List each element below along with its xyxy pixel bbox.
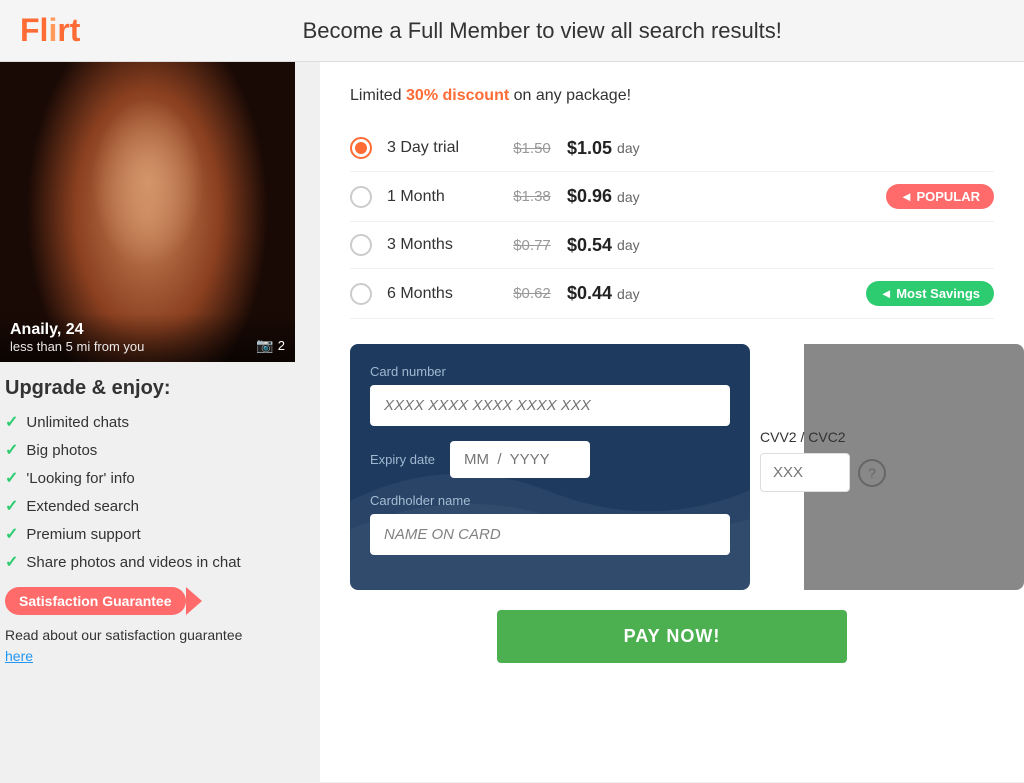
pay-button[interactable]: PAY NOW! (497, 610, 847, 663)
new-price-6months: $0.44 (567, 283, 612, 304)
upgrade-title: Upgrade & enjoy: (5, 377, 305, 400)
logo: Flirt (20, 12, 80, 49)
card-number-label: Card number (370, 364, 730, 379)
radio-3months[interactable] (350, 234, 372, 256)
plan-name-6months: 6 Months (387, 285, 497, 303)
cardholder-label: Cardholder name (370, 493, 730, 508)
photo-count: 📷 2 (256, 337, 285, 354)
cvv-input[interactable] (760, 453, 850, 492)
header-title: Become a Full Member to view all search … (80, 18, 1004, 44)
feature-list: ✓Unlimited chats ✓Big photos ✓'Looking f… (5, 412, 305, 572)
cardholder-row: Cardholder name (370, 493, 730, 555)
per-day-3months: day (617, 237, 640, 253)
cvv-label: CVV2 / CVC2 (760, 429, 950, 445)
check-icon: ✓ (5, 468, 18, 488)
new-price-3day: $1.05 (567, 138, 612, 159)
right-panel: Limited 30% discount on any package! 3 D… (320, 62, 1024, 782)
header: Flirt Become a Full Member to view all s… (0, 0, 1024, 62)
cvv-help-icon[interactable]: ? (858, 459, 886, 487)
radio-3day[interactable] (350, 137, 372, 159)
plan-row-3months[interactable]: 3 Months $0.77 $0.54 day (350, 222, 994, 269)
guarantee-text: Read about our satisfaction guarantee he… (5, 625, 305, 667)
logo-i: i (48, 12, 57, 48)
expiry-label: Expiry date (370, 452, 435, 467)
payment-form: Card number Expiry date Cardholder name … (350, 344, 750, 590)
check-icon: ✓ (5, 412, 18, 432)
check-icon: ✓ (5, 496, 18, 516)
guarantee-link[interactable]: here (5, 648, 33, 664)
card-number-row: Card number (370, 364, 730, 426)
profile-name: Anaily, 24 (10, 321, 285, 339)
new-price-1month: $0.96 (567, 186, 612, 207)
left-panel: Anaily, 24 less than 5 mi from you 📷 2 U… (0, 62, 320, 782)
per-day-3day: day (617, 140, 640, 156)
plan-name-3months: 3 Months (387, 236, 497, 254)
feature-item: ✓Big photos (5, 440, 305, 460)
discount-highlight: 30% discount (406, 87, 509, 104)
main-content: Anaily, 24 less than 5 mi from you 📷 2 U… (0, 62, 1024, 782)
logo-text: Fl (20, 12, 48, 48)
plan-name-1month: 1 Month (387, 188, 497, 206)
plan-row-6months[interactable]: 6 Months $0.62 $0.44 day Most Savings (350, 269, 994, 319)
pricing-options: 3 Day trial $1.50 $1.05 day 1 Month $1.3… (350, 125, 994, 319)
feature-item: ✓'Looking for' info (5, 468, 305, 488)
cvv-row: ? (760, 453, 950, 492)
feature-item: ✓Premium support (5, 524, 305, 544)
payment-wrapper: Card number Expiry date Cardholder name … (350, 344, 994, 590)
radio-1month[interactable] (350, 186, 372, 208)
logo-rt: rt (57, 12, 80, 48)
popular-badge: POPULAR (886, 184, 994, 209)
feature-item: ✓Unlimited chats (5, 412, 305, 432)
camera-icon: 📷 (256, 337, 273, 354)
expiry-row: Expiry date (370, 441, 730, 478)
cvv-section: CVV2 / CVC2 ? (760, 429, 950, 492)
check-icon: ✓ (5, 440, 18, 460)
per-day-1month: day (617, 189, 640, 205)
feature-item: ✓Share photos and videos in chat (5, 552, 305, 572)
plan-row-3day[interactable]: 3 Day trial $1.50 $1.05 day (350, 125, 994, 172)
satisfaction-button[interactable]: Satisfaction Guarantee (5, 587, 186, 615)
savings-badge: Most Savings (866, 281, 994, 306)
plan-name-3day: 3 Day trial (387, 139, 497, 157)
expiry-input[interactable] (450, 441, 590, 478)
cardholder-input[interactable] (370, 514, 730, 555)
plan-row-1month[interactable]: 1 Month $1.38 $0.96 day POPULAR (350, 172, 994, 222)
card-number-input[interactable] (370, 385, 730, 426)
upgrade-section: Upgrade & enjoy: ✓Unlimited chats ✓Big p… (0, 362, 310, 677)
radio-6months[interactable] (350, 283, 372, 305)
old-price-3months: $0.77 (497, 237, 567, 254)
discount-bar: Limited 30% discount on any package! (350, 87, 994, 105)
profile-distance: less than 5 mi from you (10, 339, 285, 354)
check-icon: ✓ (5, 524, 18, 544)
new-price-3months: $0.54 (567, 235, 612, 256)
profile-info: Anaily, 24 less than 5 mi from you (0, 313, 295, 362)
old-price-6months: $0.62 (497, 285, 567, 302)
check-icon: ✓ (5, 552, 18, 572)
feature-item: ✓Extended search (5, 496, 305, 516)
per-day-6months: day (617, 286, 640, 302)
profile-card: Anaily, 24 less than 5 mi from you 📷 2 (0, 62, 295, 362)
old-price-1month: $1.38 (497, 188, 567, 205)
old-price-3day: $1.50 (497, 140, 567, 157)
